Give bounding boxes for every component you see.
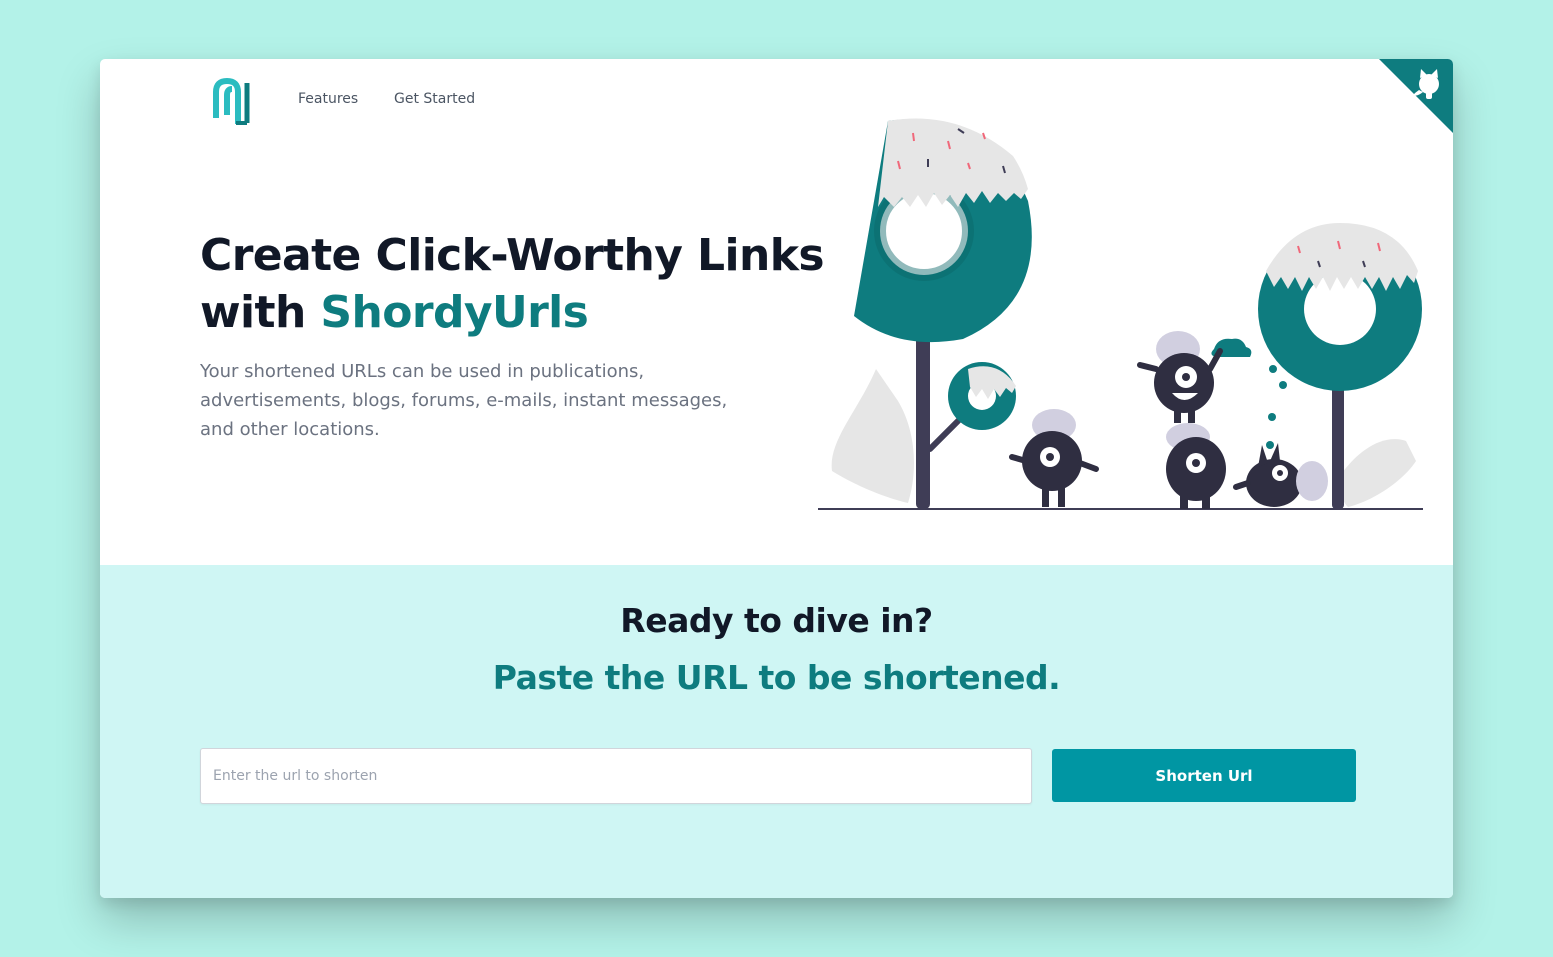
cta-section: Ready to dive in? Paste the URL to be sh…	[100, 565, 1453, 898]
hero-section: Features Get Started Create Click-Worthy…	[100, 59, 1453, 565]
headline-line-1: Create Click-Worthy Links	[200, 230, 825, 281]
cta-subtitle: Paste the URL to be shortened.	[492, 658, 1061, 697]
headline-brand-name: ShordyUrls	[320, 287, 589, 338]
hero-description: Your shortened URLs can be used in publi…	[200, 361, 728, 440]
nav-link-get-started[interactable]: Get Started	[394, 91, 475, 107]
shorten-url-button[interactable]: Shorten Url	[1052, 749, 1356, 802]
shordyurls-logo-icon[interactable]	[210, 75, 254, 127]
donut-trees-monsters-illustration	[818, 118, 1423, 510]
headline-with: with	[200, 287, 306, 338]
nav-link-features[interactable]: Features	[298, 91, 358, 107]
hero-headline: Create Click-Worthy Links with ShordyUrl…	[200, 227, 825, 341]
browser-window: Features Get Started Create Click-Worthy…	[100, 59, 1453, 898]
cta-title: Ready to dive in?	[620, 601, 933, 640]
url-input[interactable]	[200, 748, 1032, 804]
